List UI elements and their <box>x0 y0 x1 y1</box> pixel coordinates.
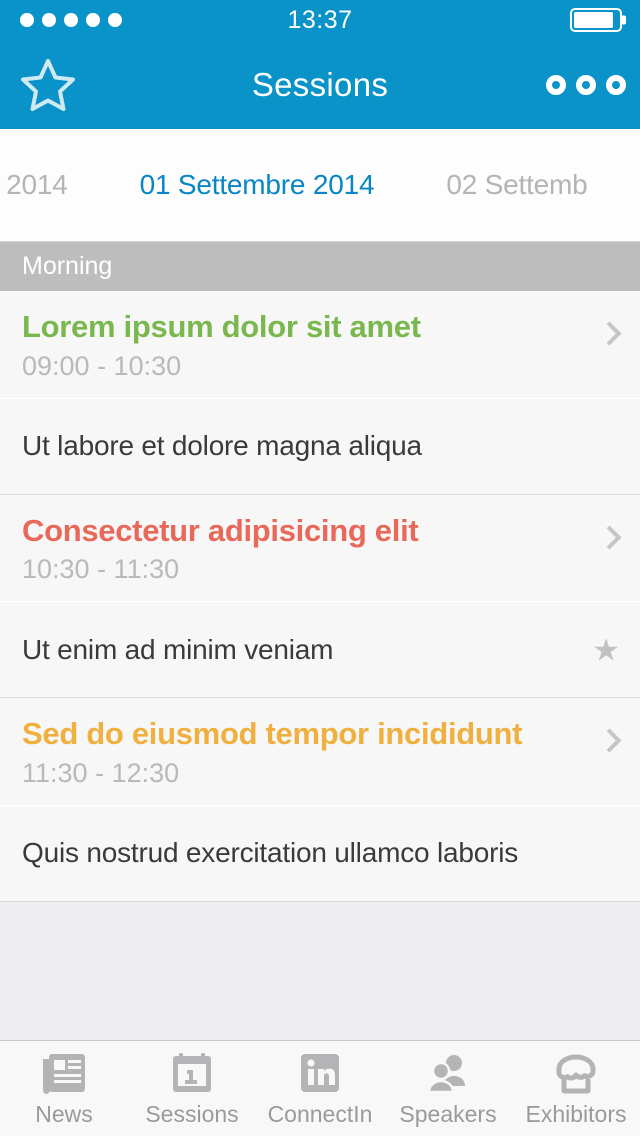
tab-connectin[interactable]: ConnectIn <box>256 1041 384 1136</box>
people-icon <box>425 1050 471 1096</box>
date-tab-next[interactable]: 02 Settemb <box>410 169 623 201</box>
battery-icon <box>570 8 622 32</box>
section-header-morning: Morning <box>0 242 640 291</box>
sessions-list: Morning Lorem ipsum dolor sit amet 09:00… <box>0 242 640 1040</box>
tab-label: Exhibitors <box>525 1100 627 1127</box>
session-subtitle: Quis nostrud exercitation ullamco labori… <box>22 837 519 869</box>
date-tab-strip[interactable]: gosto 2014 01 Settembre 2014 02 Settemb <box>0 129 640 242</box>
tab-label: Sessions <box>145 1100 239 1127</box>
session-row-title[interactable]: Sed do eiusmod tempor incididunt 11:30 -… <box>0 698 640 806</box>
session-row-title[interactable]: Lorem ipsum dolor sit amet 09:00 - 10:30 <box>0 291 640 399</box>
session-title: Sed do eiusmod tempor incididunt <box>22 716 523 752</box>
more-options-icon[interactable] <box>546 74 626 95</box>
tab-news[interactable]: News <box>0 1041 128 1136</box>
date-tab-current[interactable]: 01 Settembre 2014 <box>104 169 411 201</box>
session-title: Lorem ipsum dolor sit amet <box>22 309 421 344</box>
session-row-subtitle[interactable]: Ut labore et dolore magna aliqua <box>0 398 640 495</box>
session-title: Consectetur adipisicing elit <box>22 512 419 548</box>
calendar-icon <box>171 1050 213 1096</box>
tab-exhibitors[interactable]: Exhibitors <box>512 1041 640 1136</box>
tab-sessions[interactable]: Sessions <box>128 1041 256 1136</box>
date-tab-previous[interactable]: gosto 2014 <box>0 169 104 201</box>
session-subtitle: Ut enim ad minim veniam <box>22 633 334 665</box>
bottom-tab-bar: News Sessions ConnectIn Speakers Exhibit… <box>0 1040 640 1136</box>
newspaper-icon <box>41 1050 87 1096</box>
status-bar-clock: 13:37 <box>287 5 353 34</box>
linkedin-icon <box>299 1050 341 1096</box>
tab-speakers[interactable]: Speakers <box>384 1041 512 1136</box>
tab-label: News <box>35 1100 93 1127</box>
tab-label: ConnectIn <box>267 1100 373 1127</box>
session-subtitle: Ut labore et dolore magna aliqua <box>22 430 422 462</box>
session-time: 10:30 - 11:30 <box>22 554 180 585</box>
session-time: 11:30 - 12:30 <box>22 757 180 788</box>
session-time: 09:00 - 10:30 <box>22 350 182 381</box>
navigation-bar: Sessions <box>0 40 640 129</box>
market-stall-icon <box>553 1050 599 1096</box>
session-row-title[interactable]: Consectetur adipisicing elit 10:30 - 11:… <box>0 494 640 603</box>
star-outline-icon[interactable] <box>16 53 80 117</box>
app-screen: 13:37 Sessions gosto 2014 01 Settembre 2… <box>0 0 640 1136</box>
session-row-subtitle[interactable]: Ut enim ad minim veniam ★ <box>0 602 640 699</box>
favorite-star-icon[interactable]: ★ <box>592 634 620 665</box>
session-row-subtitle[interactable]: Quis nostrud exercitation ullamco labori… <box>0 805 640 902</box>
status-bar: 13:37 <box>0 0 640 40</box>
tab-label: Speakers <box>399 1100 497 1127</box>
page-title: Sessions <box>251 65 389 103</box>
